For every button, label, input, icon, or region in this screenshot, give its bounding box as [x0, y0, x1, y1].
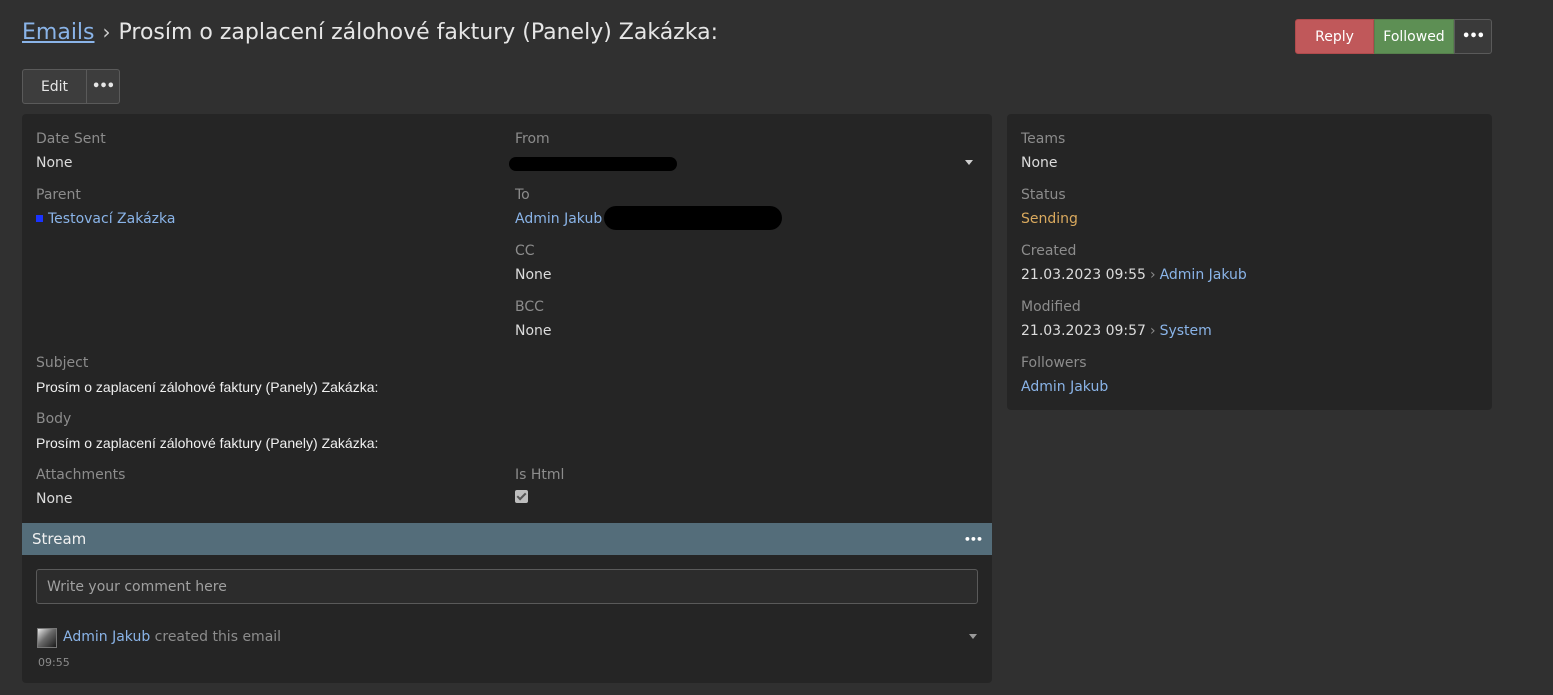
field-label: Date Sent [36, 131, 106, 147]
chevron-down-icon[interactable] [969, 634, 977, 639]
stream-panel: Admin Jakub created this email 09:55 [22, 555, 992, 683]
comment-input[interactable] [36, 569, 978, 604]
stream-entry: Admin Jakub created this email [63, 629, 281, 645]
field-teams: Teams None [1021, 130, 1065, 172]
chevron-right-icon: › [1149, 267, 1156, 283]
field-label: To [515, 187, 530, 203]
field-label: Teams [1021, 131, 1066, 147]
field-label: BCC [515, 299, 544, 315]
created-date: 21.03.2023 09:55 [1021, 267, 1146, 283]
breadcrumb: Emails › Prosím o zaplacení zálohové fak… [22, 16, 718, 48]
field-value: None [1021, 155, 1058, 171]
stream-action-text: created this email [154, 629, 282, 645]
to-recipient-link[interactable]: Admin Jakub [515, 211, 602, 227]
field-parent: Parent Testovací Zakázka [36, 186, 175, 228]
field-label: Followers [1021, 355, 1087, 371]
field-label: Status [1021, 187, 1066, 203]
chevron-right-icon: › [1149, 323, 1156, 339]
field-value: None [36, 155, 73, 171]
field-subject: Subject Prosím o zaplacení zálohové fakt… [36, 354, 378, 396]
field-modified: Modified 21.03.2023 09:57 › System [1021, 298, 1212, 340]
redacted-block [604, 206, 782, 230]
header-actions: Reply Followed ••• [1295, 19, 1492, 54]
field-from: From [509, 130, 677, 173]
stream-user-link[interactable]: Admin Jakub [63, 629, 150, 645]
field-label: Subject [36, 355, 89, 371]
field-cc: CC None [515, 242, 552, 284]
status-badge: Sending [1021, 211, 1078, 227]
field-label: Modified [1021, 299, 1081, 315]
field-value: None [36, 491, 73, 507]
field-label: Is Html [515, 467, 565, 483]
field-label: Parent [36, 187, 81, 203]
field-value: None [515, 267, 552, 283]
avatar [37, 628, 57, 648]
field-body: Body Prosím o zaplacení zálohové faktury… [36, 410, 378, 452]
parent-link[interactable]: Testovací Zakázka [48, 211, 175, 227]
modified-by-link[interactable]: System [1160, 323, 1212, 339]
parent-color-marker [36, 215, 43, 222]
field-label: Body [36, 411, 72, 427]
field-value: Prosím o zaplacení zálohové faktury (Pan… [36, 379, 379, 395]
field-followers: Followers Admin Jakub [1021, 354, 1108, 396]
modified-date: 21.03.2023 09:57 [1021, 323, 1146, 339]
field-is-html: Is Html [515, 466, 564, 508]
is-html-checkbox [515, 490, 528, 503]
stream-title: Stream [32, 530, 87, 548]
edit-button[interactable]: Edit [22, 69, 87, 104]
reply-button[interactable]: Reply [1295, 19, 1374, 54]
field-label: Created [1021, 243, 1077, 259]
redacted-block [509, 157, 677, 171]
field-label: Attachments [36, 467, 126, 483]
stream-entry-time: 09:55 [38, 656, 70, 669]
breadcrumb-separator: › [102, 20, 111, 44]
field-label: CC [515, 243, 535, 259]
more-actions-button[interactable]: ••• [1454, 19, 1492, 54]
stream-panel-header: Stream ••• [22, 523, 992, 555]
field-attachments: Attachments None [36, 466, 125, 508]
field-to: To Admin Jakub [515, 186, 782, 230]
stream-more-button[interactable]: ••• [964, 533, 983, 546]
detail-panel: Date Sent None From Parent Testovací Zak… [22, 114, 992, 523]
page-title: Prosím o zaplacení zálohové faktury (Pan… [118, 19, 718, 45]
field-value: Prosím o zaplacení zálohové faktury (Pan… [36, 435, 379, 451]
created-by-link[interactable]: Admin Jakub [1160, 267, 1247, 283]
edit-more-button[interactable]: ••• [87, 69, 120, 104]
side-panel: Teams None Status Sending Created 21.03.… [1007, 114, 1492, 410]
field-label: From [515, 131, 550, 147]
record-toolbar: Edit ••• [22, 69, 120, 104]
field-created: Created 21.03.2023 09:55 › Admin Jakub [1021, 242, 1247, 284]
breadcrumb-emails-link[interactable]: Emails [22, 20, 95, 45]
field-status: Status Sending [1021, 186, 1078, 228]
field-date-sent: Date Sent None [36, 130, 106, 172]
chevron-down-icon[interactable] [965, 160, 973, 165]
field-value: None [515, 323, 552, 339]
follower-link[interactable]: Admin Jakub [1021, 379, 1108, 395]
followed-button[interactable]: Followed [1374, 19, 1454, 54]
field-bcc: BCC None [515, 298, 552, 340]
